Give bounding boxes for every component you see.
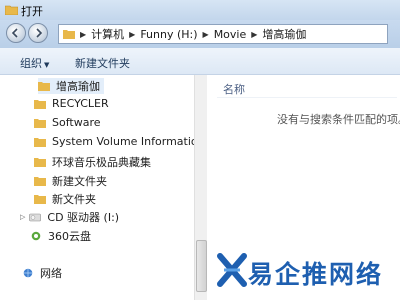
arrow-left-icon <box>11 28 18 38</box>
organize-button[interactable]: 组织 ▼ <box>20 55 49 71</box>
navigation-scrollbar[interactable] <box>194 75 207 300</box>
title-bar: 打开 <box>0 0 400 20</box>
tree-item-label: 环球音乐极品典藏集 <box>52 156 151 169</box>
tree-item-label: 新建文件夹 <box>52 175 107 188</box>
folder-icon <box>34 158 46 167</box>
folder-icon <box>38 82 50 91</box>
breadcrumb: ▶ 计算机 ▶ Funny (H:) ▶ Movie ▶ 增高瑜伽 <box>75 26 306 42</box>
tree-item-label: Software <box>52 116 101 129</box>
tree-item-music-collection[interactable]: 环球音乐极品典藏集 <box>34 154 151 170</box>
cloud-drive-icon <box>31 231 41 241</box>
tree-item-system-volume-information[interactable]: System Volume Information <box>34 135 205 148</box>
breadcrumb-movie[interactable]: Movie <box>214 28 247 41</box>
address-bar[interactable]: ▶ 计算机 ▶ Funny (H:) ▶ Movie ▶ 增高瑜伽 <box>58 24 388 44</box>
folder-icon <box>63 30 75 39</box>
watermark-logo-icon <box>217 253 247 287</box>
cd-drive-icon <box>29 213 42 222</box>
empty-results-message: 没有与搜索条件匹配的项。 <box>277 113 400 126</box>
tree-item-label: 新文件夹 <box>52 193 96 206</box>
folder-icon <box>34 99 46 109</box>
chevron-down-icon: ▼ <box>44 61 50 69</box>
breadcrumb-separator-icon: ▶ <box>129 29 136 39</box>
organize-label: 组织 <box>20 57 42 70</box>
tree-item-360-cloud[interactable]: 360云盘 <box>30 228 91 244</box>
window-title: 打开 <box>21 5 43 18</box>
tree-item-label: 360云盘 <box>48 230 91 243</box>
tree-item-network[interactable]: 网络 <box>22 265 62 281</box>
arrow-right-icon <box>36 28 43 38</box>
tree-item-label: 网络 <box>40 267 62 280</box>
tree-item-current-folder[interactable]: 增高瑜伽 <box>38 78 104 94</box>
command-toolbar: 组织 ▼ 新建文件夹 <box>0 48 400 75</box>
column-header-divider <box>217 97 397 98</box>
tree-item-new-folder-2[interactable]: 新文件夹 <box>34 191 96 207</box>
tree-item-recycler[interactable]: RECYCLER <box>34 97 109 110</box>
folder-open-icon <box>5 5 18 15</box>
navigation-pane: 增高瑜伽 RECYCLER Software System Volume Inf… <box>0 75 207 300</box>
network-icon <box>23 268 33 278</box>
breadcrumb-separator-icon: ▶ <box>202 29 209 39</box>
scroll-thumb[interactable] <box>196 240 207 292</box>
column-header-name[interactable]: 名称 <box>223 81 245 97</box>
tree-item-software[interactable]: Software <box>34 116 101 129</box>
folder-icon <box>34 195 46 204</box>
tree-item-cd-drive[interactable]: ▷ CD 驱动器 (I:) <box>20 209 119 225</box>
folder-icon <box>34 118 46 128</box>
folder-icon <box>34 177 46 186</box>
navigation-bar: ▶ 计算机 ▶ Funny (H:) ▶ Movie ▶ 增高瑜伽 <box>0 20 400 48</box>
new-folder-button[interactable]: 新建文件夹 <box>75 55 130 71</box>
folder-icon <box>34 137 46 147</box>
watermark-text: 易企推网络 <box>248 260 384 289</box>
breadcrumb-separator-icon: ▶ <box>80 29 87 39</box>
tree-item-label: 增高瑜伽 <box>56 80 100 93</box>
breadcrumb-drive[interactable]: Funny (H:) <box>140 28 197 41</box>
tree-item-label: System Volume Information <box>52 135 205 148</box>
breadcrumb-computer[interactable]: 计算机 <box>91 26 124 42</box>
breadcrumb-current[interactable]: 增高瑜伽 <box>262 26 306 42</box>
forward-button[interactable] <box>28 23 48 43</box>
back-button[interactable] <box>6 23 26 43</box>
tree-item-label: RECYCLER <box>52 97 109 110</box>
tree-item-new-folder[interactable]: 新建文件夹 <box>34 173 107 189</box>
expand-arrow-icon[interactable]: ▷ <box>20 213 25 221</box>
breadcrumb-separator-icon: ▶ <box>251 29 258 39</box>
tree-item-label: CD 驱动器 (I:) <box>47 211 120 224</box>
